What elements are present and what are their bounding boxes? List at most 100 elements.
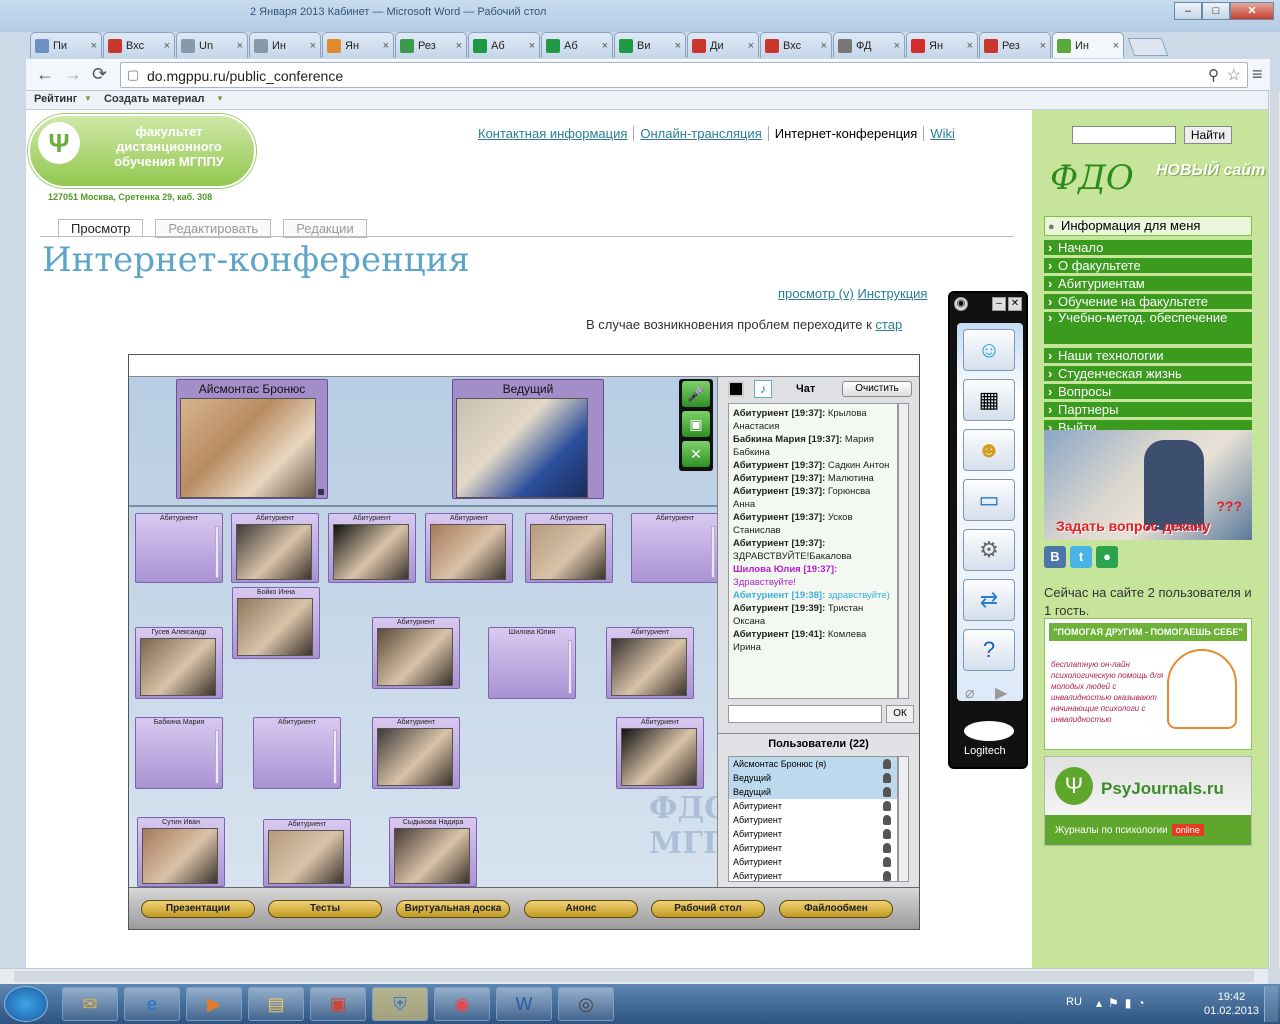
color-picker[interactable]: [728, 381, 744, 397]
star-icon[interactable]: ☆: [1227, 65, 1241, 85]
browser-tab[interactable]: Вхс ×: [103, 32, 175, 58]
browser-tab[interactable]: Пи ×: [30, 32, 102, 58]
video-record-icon[interactable]: ▦: [963, 379, 1015, 421]
forward-icon[interactable]: →: [64, 64, 82, 85]
sidebar-menu-item[interactable]: Партнеры: [1044, 402, 1252, 417]
user-list-item[interactable]: Абитуриент: [729, 827, 897, 841]
taskbar-presentation-icon[interactable]: ▣: [310, 987, 366, 1021]
host-video-1[interactable]: Айсмонтас Бронюс: [176, 379, 328, 499]
google-icon[interactable]: ●: [1096, 546, 1118, 568]
users-scrollbar[interactable]: [898, 756, 909, 882]
chat-scrollbar[interactable]: [898, 403, 909, 699]
participant-slot[interactable]: Сыдыкова Надира: [389, 817, 477, 887]
preview-link[interactable]: просмотр (v): [778, 286, 854, 301]
tab-close-icon[interactable]: ×: [821, 40, 827, 52]
participant-slot[interactable]: Абитуриент: [135, 513, 223, 583]
tab-close-icon[interactable]: ×: [383, 40, 389, 52]
participant-slot[interactable]: Абитуриент: [328, 513, 416, 583]
participant-slot[interactable]: Абитуриент: [231, 513, 319, 583]
back-icon[interactable]: ←: [36, 64, 54, 85]
user-list-item[interactable]: Абитуриент: [729, 799, 897, 813]
menu-icon[interactable]: ≡: [1252, 64, 1263, 85]
site-search-input[interactable]: [1072, 126, 1176, 144]
user-list-item[interactable]: Абитуриент: [729, 813, 897, 827]
user-list-item[interactable]: Абитуриент: [729, 869, 897, 881]
browser-tab[interactable]: Рез ×: [979, 32, 1051, 58]
user-list-item[interactable]: Айсмонтас Бронюс (я): [729, 757, 897, 771]
vk-icon[interactable]: В: [1044, 546, 1066, 568]
minimize-button[interactable]: –: [1174, 2, 1202, 20]
participant-slot[interactable]: Абитуриент: [372, 617, 460, 689]
participant-slot[interactable]: Абитуриент: [631, 513, 719, 583]
tab-close-icon[interactable]: ×: [675, 40, 681, 52]
problem-link[interactable]: стар: [875, 317, 902, 332]
tab-close-icon[interactable]: ×: [237, 40, 243, 52]
clear-chat-button[interactable]: Очистить: [842, 381, 912, 397]
taskbar-ie-icon[interactable]: e: [124, 987, 180, 1021]
presentations-button[interactable]: Презентации: [141, 900, 255, 918]
instructions-link[interactable]: Инструкция: [857, 286, 927, 301]
fdo-logo[interactable]: ФДО: [1050, 158, 1134, 198]
browser-tab[interactable]: Un ×: [176, 32, 248, 58]
browser-tab[interactable]: Ин ×: [249, 32, 321, 58]
link-contacts[interactable]: Контактная информация: [472, 126, 633, 141]
participant-slot[interactable]: Абитуриент: [606, 627, 694, 699]
link-broadcast[interactable]: Онлайн-трансляция: [633, 126, 768, 141]
fileshare-button[interactable]: Файлообмен: [779, 900, 893, 918]
settings-tools-icon[interactable]: ✕: [682, 441, 710, 467]
sidebar-menu-item[interactable]: Студенческая жизнь: [1044, 366, 1252, 381]
tab-close-icon[interactable]: ×: [894, 40, 900, 52]
new-tab-button[interactable]: [1127, 38, 1169, 56]
browser-tab[interactable]: Ян ×: [322, 32, 394, 58]
new-site-label[interactable]: НОВЫЙ сайт: [1156, 162, 1265, 180]
browser-tab[interactable]: ФД ×: [833, 32, 905, 58]
hscroll-thumb[interactable]: [14, 971, 1254, 982]
taskbar-security-icon[interactable]: ⛨: [372, 987, 428, 1021]
link-wiki[interactable]: Wiki: [923, 126, 961, 141]
browser-tab[interactable]: Ди ×: [687, 32, 759, 58]
browser-tab[interactable]: Ви ×: [614, 32, 686, 58]
sidebar-menu-item[interactable]: Вопросы: [1044, 384, 1252, 399]
user-list-item[interactable]: Абитуриент: [729, 841, 897, 855]
mic-mute-icon[interactable]: ⌀: [965, 683, 975, 703]
dropdown-icon[interactable]: ▼: [216, 94, 224, 103]
horizontal-scrollbar[interactable]: [0, 968, 1268, 984]
sidebar-menu-item[interactable]: О факультете: [1044, 258, 1252, 273]
tab-close-icon[interactable]: ×: [529, 40, 535, 52]
taskbar-word-icon[interactable]: W: [496, 987, 552, 1021]
browser-tab[interactable]: Рез ×: [395, 32, 467, 58]
camera-icon[interactable]: ▣: [682, 411, 710, 437]
address-bar[interactable]: ▢ do.mgppu.ru/public_conference ⚲ ☆: [120, 62, 1248, 88]
participant-slot[interactable]: Абитуриент: [425, 513, 513, 583]
tab-close-icon[interactable]: ×: [91, 40, 97, 52]
browser-tab[interactable]: Ян ×: [906, 32, 978, 58]
announce-button[interactable]: Анонс: [524, 900, 638, 918]
info-for-me[interactable]: ● Информация для меня: [1044, 216, 1252, 236]
search-icon[interactable]: ⚲: [1208, 66, 1219, 84]
cam-off-icon[interactable]: ▶: [995, 683, 1007, 703]
browser-tab[interactable]: Аб ×: [468, 32, 540, 58]
avatar-icon[interactable]: ☺: [963, 329, 1015, 371]
resize-handle[interactable]: [318, 489, 324, 495]
faculty-logo[interactable]: Ψ факультет дистанционного обучения МГПП…: [28, 114, 256, 188]
bookmark-rating[interactable]: Рейтинг: [34, 93, 77, 105]
show-desktop-button[interactable]: [1264, 986, 1278, 1022]
user-list-item[interactable]: Ведущий: [729, 785, 897, 799]
tab-close-icon[interactable]: ×: [967, 40, 973, 52]
participant-slot[interactable]: Абитуриент: [525, 513, 613, 583]
tab-close-icon[interactable]: ×: [310, 40, 316, 52]
microphone-icon[interactable]: 🎤: [682, 381, 710, 407]
browser-tab[interactable]: Вхс ×: [760, 32, 832, 58]
participant-slot[interactable]: Бойко Инна: [232, 587, 320, 659]
chat-send-button[interactable]: ОК: [886, 705, 914, 723]
page-scrollbar[interactable]: [1268, 91, 1280, 981]
tests-button[interactable]: Тесты: [268, 900, 382, 918]
desktop-button[interactable]: Рабочий стол: [651, 900, 765, 918]
webcam-icon[interactable]: ◉: [954, 297, 968, 311]
participant-slot[interactable]: Гусев Александр: [135, 627, 223, 699]
effects-mask-icon[interactable]: ☻: [963, 429, 1015, 471]
tray-icons[interactable]: ▴⚑▮◔: [1096, 996, 1151, 1010]
screen-icon[interactable]: ▭: [963, 479, 1015, 521]
language-indicator[interactable]: RU: [1066, 996, 1082, 1008]
psyjournals-banner[interactable]: Ψ PsyJournals.ru Журналы по психологии on…: [1044, 756, 1252, 846]
